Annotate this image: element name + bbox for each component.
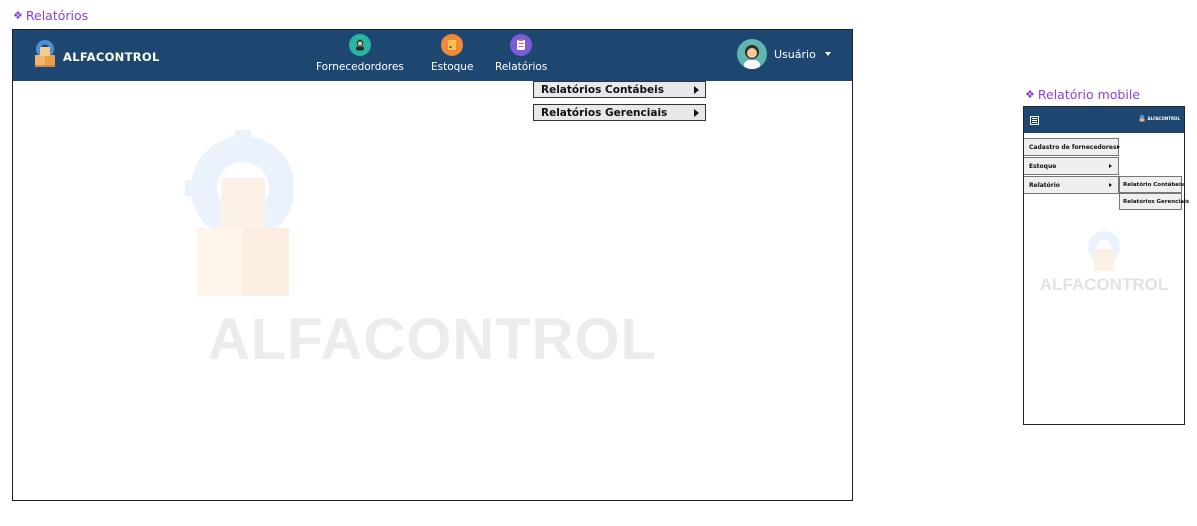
hamburger-icon[interactable] <box>1030 116 1039 125</box>
chevron-right-icon <box>1116 145 1120 149</box>
mobile-submenu-contabeis[interactable]: Relatório Contábeis <box>1119 176 1185 193</box>
mobile-menu-label: Estoque <box>1029 162 1057 170</box>
logo-icon <box>1139 114 1145 122</box>
nav-relatorios[interactable]: Relatórios <box>495 34 547 73</box>
user-name: Usuário <box>774 47 816 61</box>
dropdown-item-contabeis[interactable]: Relatórios Contábeis <box>533 81 706 98</box>
top-navbar: ALFACONTROL Fornecedordores Estoque Rela… <box>13 30 852 81</box>
desktop-frame-title-text: Relatórios <box>25 8 89 23</box>
clipboard-icon <box>510 34 533 56</box>
desktop-frame-title: ❖ Relatórios <box>13 8 88 23</box>
mobile-frame-title-text: Relatório mobile <box>1037 87 1140 102</box>
dropdown-label: Relatórios Gerenciais <box>541 106 668 119</box>
mobile-submenu-label: Relatórios Gerenciais <box>1123 198 1190 205</box>
watermark-logo <box>185 130 293 296</box>
mobile-menu-estoque[interactable]: Estoque <box>1024 157 1119 175</box>
nav-fornecedores[interactable]: Fornecedordores <box>316 34 404 73</box>
chevron-right-icon <box>1109 183 1112 187</box>
supplier-icon <box>348 34 371 56</box>
mobile-menu-cadastro[interactable]: Cadastro de fornecedores <box>1024 138 1120 156</box>
chevron-right-icon <box>694 108 699 117</box>
box-icon <box>441 34 464 56</box>
mobile-menu-label: Relatório <box>1029 181 1060 189</box>
mobile-watermark-text: ALFACONTROL <box>1039 275 1169 294</box>
mobile-menu-relatorio[interactable]: Relatório <box>1024 176 1119 194</box>
mobile-brand-logo[interactable]: ALFACONTROL <box>1138 114 1180 123</box>
nav-label: Fornecedordores <box>316 61 404 73</box>
diamond-icon: ❖ <box>1025 88 1035 101</box>
user-avatar-icon <box>737 39 767 69</box>
chevron-right-icon <box>694 85 699 94</box>
chevron-right-icon <box>1109 164 1112 168</box>
mobile-submenu-gerenciais[interactable]: Relatórios Gerenciais <box>1119 193 1189 210</box>
caret-down-icon <box>824 52 831 56</box>
dropdown-item-gerenciais[interactable]: Relatórios Gerenciais <box>533 104 706 121</box>
logo-icon <box>35 40 55 67</box>
nav-estoque[interactable]: Estoque <box>431 34 473 73</box>
user-menu[interactable]: Usuário <box>737 39 831 69</box>
brand-name: ALFACONTROL <box>63 50 160 64</box>
brand-logo[interactable]: ALFACONTROL <box>31 37 160 73</box>
mobile-navbar: ALFACONTROL <box>1024 107 1184 133</box>
dropdown-label: Relatórios Contábeis <box>541 83 665 96</box>
mobile-submenu-label: Relatório Contábeis <box>1123 181 1185 188</box>
nav-label: Relatórios <box>495 61 548 73</box>
diamond-icon: ❖ <box>13 9 23 22</box>
mobile-frame-title: ❖ Relatório mobile <box>1025 87 1140 102</box>
watermark-text: ALFACONTROL <box>207 307 658 372</box>
mobile-brand-name: ALFACONTROL <box>1147 116 1180 121</box>
desktop-screen: ALFACONTROL Fornecedordores Estoque Rela… <box>12 29 853 501</box>
mobile-menu-label: Cadastro de fornecedores <box>1029 143 1117 151</box>
nav-label: Estoque <box>431 61 474 73</box>
mobile-screen: ALFACONTROL Cadastro de fornecedores Est… <box>1023 106 1189 425</box>
mobile-watermark-logo <box>1088 231 1120 271</box>
